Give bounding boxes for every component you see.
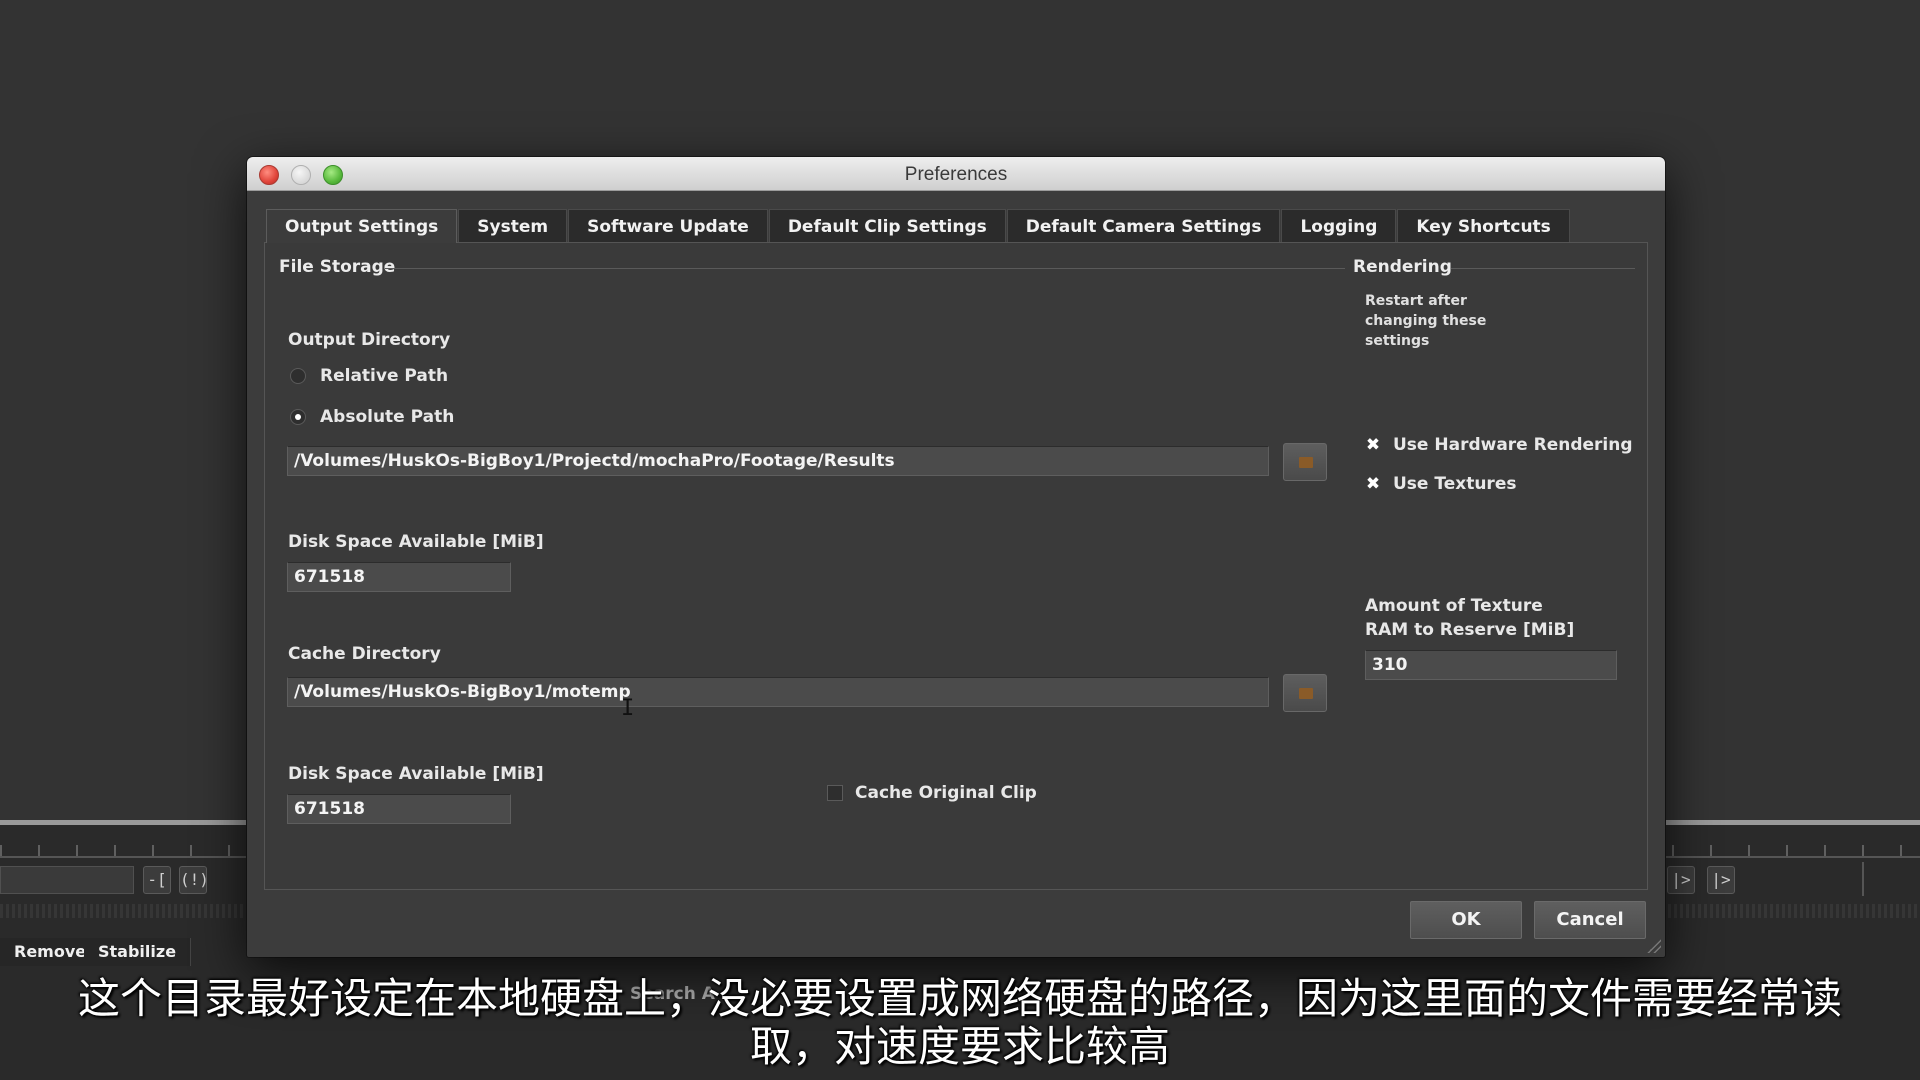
dialog-titlebar: Preferences (247, 157, 1665, 191)
resize-grip-icon[interactable] (1647, 939, 1661, 953)
output-directory-label: Output Directory (288, 330, 451, 350)
disk-space-output-field: 671518 (287, 562, 511, 592)
texture-ram-label-line1: Amount of Texture (1365, 596, 1543, 616)
disk-space-label-output: Disk Space Available [MiB] (288, 532, 544, 552)
texture-ram-label-line2: RAM to Reserve [MiB] (1365, 620, 1575, 640)
ok-button[interactable]: OK (1410, 901, 1522, 939)
preferences-dialog: Preferences Output Settings System Softw… (247, 157, 1665, 957)
disk-space-label-cache: Disk Space Available [MiB] (288, 764, 544, 784)
file-storage-divider (385, 268, 1345, 269)
relative-path-label[interactable]: Relative Path (320, 366, 448, 386)
rendering-divider (1451, 268, 1635, 269)
output-settings-panel: File Storage Output Directory Relative P… (264, 242, 1648, 890)
disk-space-cache-field: 671518 (287, 794, 511, 824)
rendering-heading: Rendering (1353, 257, 1452, 277)
file-storage-heading: File Storage (279, 257, 396, 277)
play-forward-icon[interactable]: |> (1707, 866, 1735, 894)
tab-system[interactable]: System (458, 209, 568, 243)
playhead-marker (1862, 862, 1864, 896)
relative-path-radio[interactable] (290, 368, 306, 384)
set-in-point-icon[interactable]: -[ (143, 866, 171, 894)
tab-default-camera-settings[interactable]: Default Camera Settings (1006, 209, 1281, 243)
restart-note: Restart after changing these settings (1365, 293, 1487, 349)
tab-default-clip-settings[interactable]: Default Clip Settings (768, 209, 1006, 243)
use-hardware-rendering-label[interactable]: Use Hardware Rendering (1393, 435, 1633, 455)
use-textures-label[interactable]: Use Textures (1393, 474, 1516, 494)
cancel-button[interactable]: Cancel (1534, 901, 1646, 939)
dialog-title: Preferences (904, 164, 1008, 185)
step-forward-icon[interactable]: |> (1667, 866, 1695, 894)
tab-key-shortcuts[interactable]: Key Shortcuts (1397, 209, 1570, 243)
texture-ram-input[interactable]: 310 (1365, 650, 1617, 680)
subtitle-line-1: 这个目录最好设定在本地硬盘上，没必要设置成网络硬盘的路径，因为这里面的文件需要经… (77, 974, 1842, 1023)
tab-output-settings[interactable]: Output Settings (266, 209, 458, 243)
tab-stabilize[interactable]: Stabilize (84, 938, 192, 966)
absolute-path-radio[interactable] (290, 409, 306, 425)
cache-directory-label: Cache Directory (288, 644, 441, 664)
use-hardware-rendering-checkbox[interactable]: ✖ (1365, 437, 1381, 454)
output-path-input[interactable]: /Volumes/HuskOs-BigBoy1/Projectd/mochaPr… (287, 446, 1269, 476)
info-icon[interactable]: (!) (179, 866, 209, 894)
cache-original-clip-label[interactable]: Cache Original Clip (855, 783, 1037, 803)
cache-path-input[interactable]: /Volumes/HuskOs-BigBoy1/motemp (287, 677, 1269, 707)
absolute-path-label[interactable]: Absolute Path (320, 407, 454, 427)
video-subtitle: 这个目录最好设定在本地硬盘上，没必要设置成网络硬盘的路径，因为这里面的文件需要经… (0, 975, 1920, 1071)
tab-logging[interactable]: Logging (1281, 209, 1397, 243)
cache-original-clip-checkbox[interactable] (827, 785, 843, 801)
preferences-tabs: Output Settings System Software Update D… (266, 209, 1571, 243)
subtitle-line-2: 取，对速度要求比较高 (749, 1022, 1170, 1071)
cache-folder-browse-button[interactable] (1283, 674, 1327, 712)
timecode-field[interactable] (0, 866, 134, 894)
text-cursor-icon: I (621, 696, 635, 721)
use-textures-checkbox[interactable]: ✖ (1365, 476, 1381, 493)
tab-software-update[interactable]: Software Update (568, 209, 768, 243)
output-folder-browse-button[interactable] (1283, 443, 1327, 481)
